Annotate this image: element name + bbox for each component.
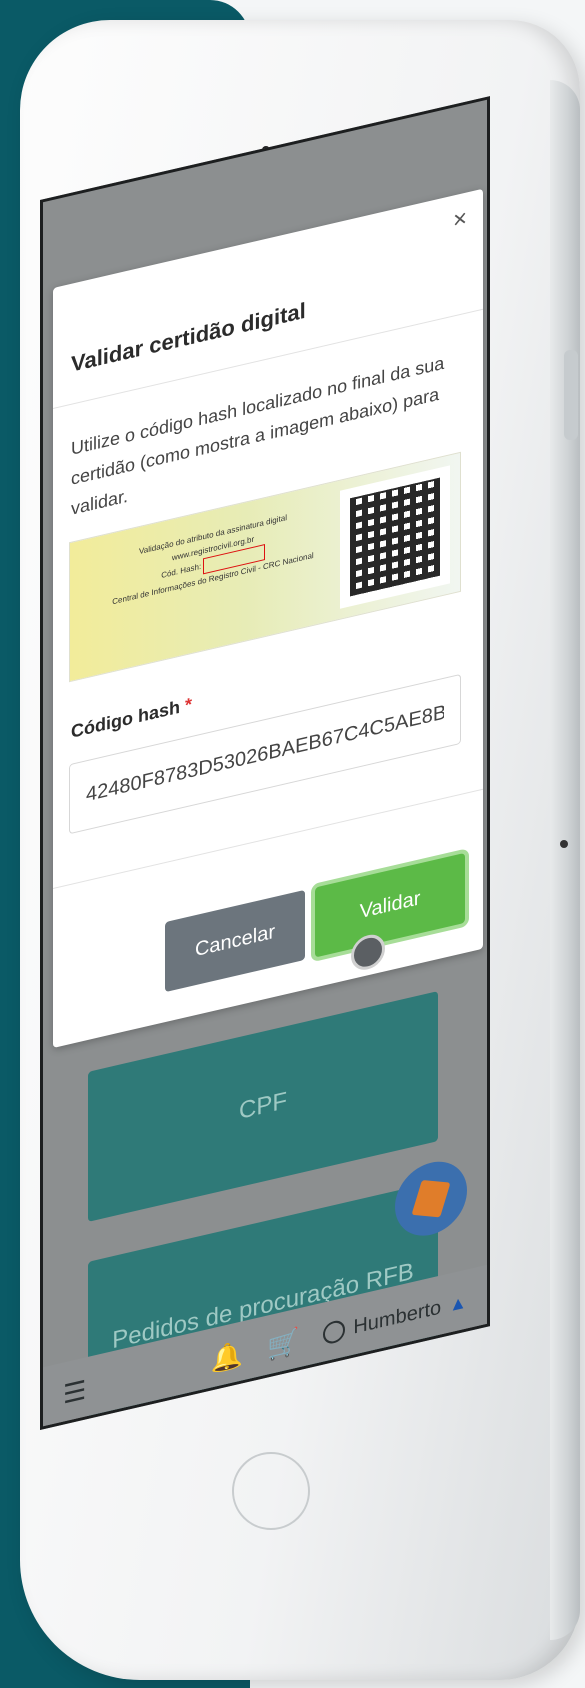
cart-icon[interactable]: 🛒 [267,1325,299,1363]
caret-up-icon: ▲ [449,1290,467,1316]
bar-spacer [110,1366,186,1384]
side-button [564,350,578,440]
side-dot [560,840,568,848]
user-icon [323,1318,346,1346]
modal-title: Validar certidão digital [71,297,306,377]
hash-label-text: Código hash [71,696,180,742]
validate-certificate-modal: × Validar certidão digital Utilize o cód… [53,188,483,1048]
phone-screen: CPF Pedidos de procuração RFB ☰ 🔔 🛒 Humb… [40,96,490,1430]
qr-code-icon [340,465,450,609]
cube-icon [411,1180,451,1218]
required-marker: * [185,693,193,716]
close-icon[interactable]: × [453,204,467,234]
stage: CPF Pedidos de procuração RFB ☰ 🔔 🛒 Humb… [0,0,585,1688]
chat-fab-button[interactable] [395,1154,467,1244]
validate-button[interactable]: Validar [315,852,465,958]
sample-text: Validação do atributo da assinatura digi… [88,499,338,615]
phone-edge [550,80,580,1640]
qr-pattern [350,477,440,597]
user-name: Humberto [353,1295,442,1339]
hash-input[interactable] [69,673,461,835]
hash-field-label: Código hash * [71,694,192,743]
cancel-button[interactable]: Cancelar [165,889,305,993]
cpf-card-label: CPF [239,1086,287,1126]
home-button[interactable] [232,1452,310,1530]
bell-icon[interactable]: 🔔 [211,1338,243,1376]
menu-icon[interactable]: ☰ [63,1374,86,1410]
